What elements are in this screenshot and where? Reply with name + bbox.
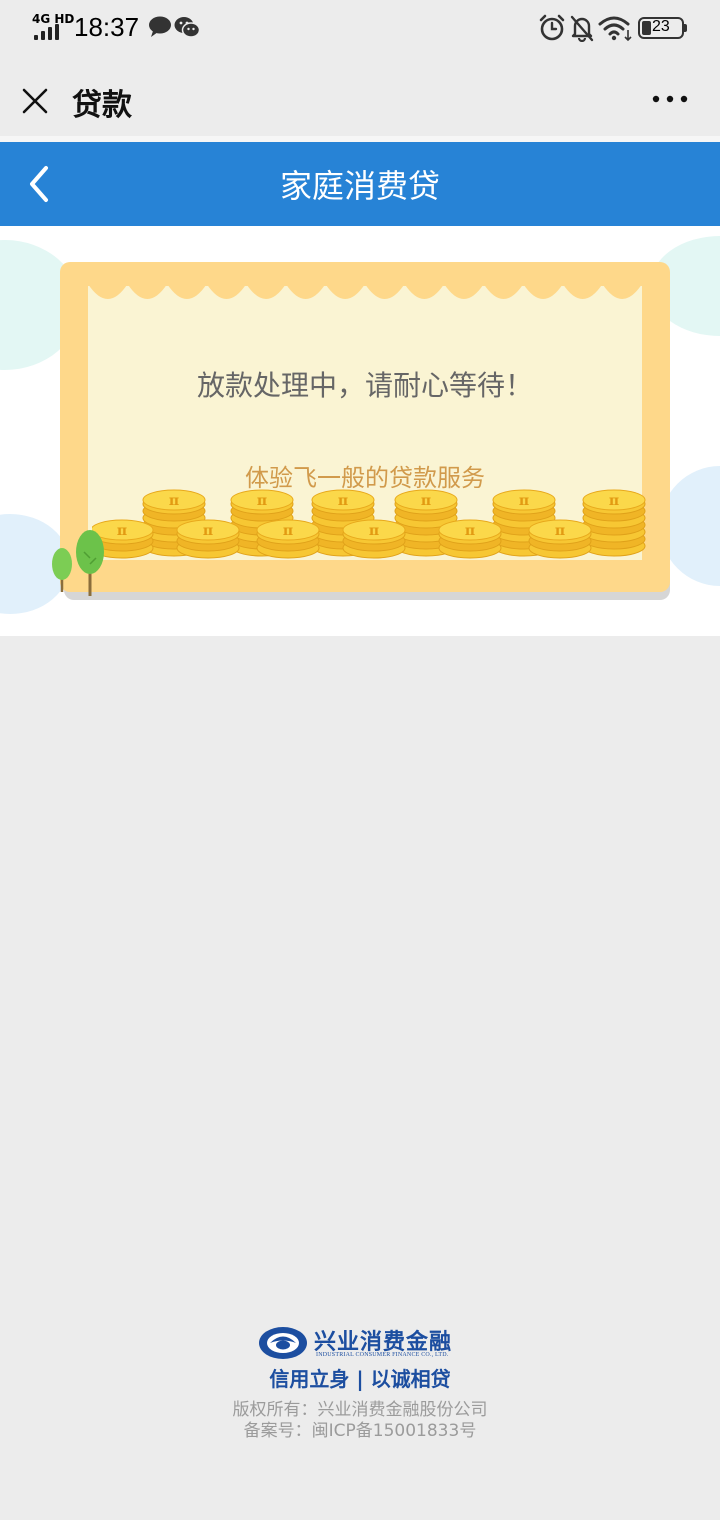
footer-icp: 备案号：闽ICP备15001833号 [243,1421,477,1441]
footer-brand-english: INDUSTRIAL CONSUMER FINANCE CO., LTD. [316,1352,449,1358]
clock-time: 18:37 [74,12,140,42]
battery-tip [684,24,687,32]
more-icon[interactable] [650,92,690,106]
coin-icon: π [342,519,406,559]
scallop-border [88,284,642,299]
alarm-icon [539,14,565,41]
status-message: 放款处理中，请耐心等待！ [196,369,533,402]
svg-text:π: π [555,523,565,539]
svg-text:π: π [257,493,267,509]
bell-off-icon [570,15,594,42]
wifi-icon [598,16,632,42]
company-logo-icon [259,1327,307,1359]
coin-icon: π [582,489,646,557]
battery-level: 23 [652,18,670,35]
coin-icon: π [176,519,240,559]
svg-text:π: π [169,493,179,509]
page-title: 贷款 [72,88,132,123]
coin-icon: π [438,519,502,559]
svg-text:π: π [203,523,213,539]
coin-stacks: π π π π π ππ π π π π π [92,489,646,559]
svg-text:π: π [465,523,475,539]
coin-icon: π [528,519,592,559]
footer-slogan: 信用立身 | 以诚相贷 [269,1367,451,1391]
svg-text:π: π [369,523,379,539]
signal-icon [34,24,64,40]
message-icon [149,16,171,37]
svg-text:π: π [421,493,431,509]
svg-text:π: π [283,523,293,539]
close-icon[interactable] [20,86,50,116]
wechat-icon [174,17,200,38]
svg-text:π: π [519,493,529,509]
svg-text:π: π [117,523,127,539]
coin-icon: π [256,519,320,559]
svg-text:π: π [338,493,348,509]
tree-icon [52,530,104,596]
svg-text:π: π [609,493,619,509]
header-title: 家庭消费贷 [279,167,440,205]
